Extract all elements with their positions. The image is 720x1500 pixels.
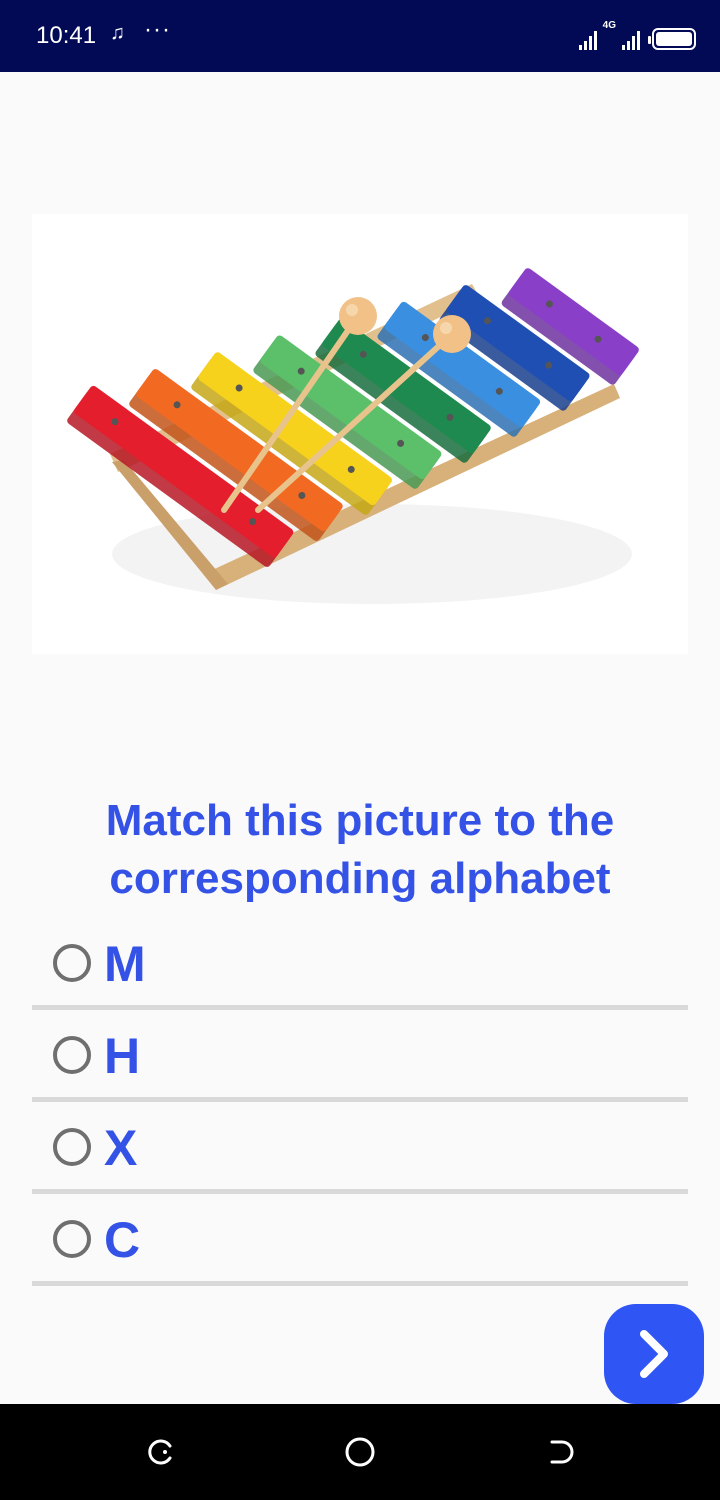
navigation-bar (0, 1404, 720, 1500)
xylophone-image (32, 214, 688, 654)
answer-options: M H X C (32, 918, 688, 1286)
status-bar: 10:41 ♫ ··· 4G (0, 0, 720, 72)
option-x[interactable]: X (32, 1102, 688, 1194)
option-h[interactable]: H (32, 1010, 688, 1102)
xylophone-illustration (67, 268, 639, 604)
next-button[interactable] (604, 1304, 704, 1404)
signal-2-icon (622, 30, 640, 50)
status-time: 10:41 (36, 22, 97, 49)
option-c[interactable]: C (32, 1194, 688, 1286)
question-text: Match this picture to the corresponding … (105, 796, 615, 903)
option-m[interactable]: M (32, 918, 688, 1010)
chevron-right-icon (640, 1330, 668, 1378)
radio-button[interactable] (53, 1036, 91, 1074)
back-icon[interactable] (540, 1432, 580, 1472)
home-icon[interactable] (340, 1432, 380, 1472)
battery-icon (648, 28, 696, 50)
music-icon: ♫ (110, 22, 125, 44)
status-indicators: 4G (578, 20, 696, 50)
option-label: X (104, 1120, 138, 1176)
network-type-label: 4G (602, 20, 616, 31)
more-notifications-icon: ··· (144, 16, 171, 43)
radio-button[interactable] (53, 1128, 91, 1166)
signal-icon (578, 30, 597, 50)
recent-apps-icon[interactable] (140, 1432, 180, 1472)
radio-button[interactable] (53, 944, 91, 982)
radio-button[interactable] (53, 1220, 91, 1258)
option-label: M (104, 936, 146, 992)
option-label: H (104, 1028, 141, 1084)
option-label: C (104, 1212, 141, 1268)
